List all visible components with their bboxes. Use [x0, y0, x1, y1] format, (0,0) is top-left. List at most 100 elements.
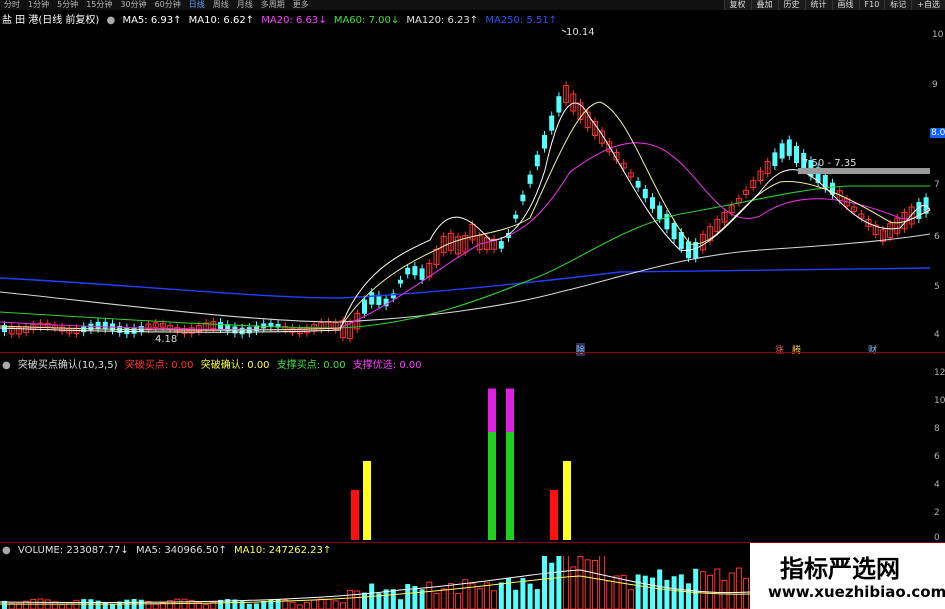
- candle-body: [794, 146, 799, 164]
- volume-bar: [699, 571, 706, 609]
- period-tab[interactable]: 30分钟: [116, 0, 150, 10]
- axis-tick: 5: [934, 282, 940, 292]
- event-mark-news[interactable]: 腾: [792, 343, 801, 356]
- volume-bar: [347, 589, 354, 609]
- volume-bar: [110, 604, 115, 609]
- volume-bar: [735, 567, 742, 609]
- volume-bar: [303, 601, 310, 609]
- period-tab[interactable]: 多周期: [257, 0, 289, 10]
- volume-bar: [289, 601, 296, 609]
- period-tab[interactable]: 60分钟: [151, 0, 185, 10]
- period-tab[interactable]: 5分钟: [53, 0, 82, 10]
- candle-body: [95, 321, 101, 329]
- volume-bar: [447, 583, 454, 609]
- candle-body: [239, 327, 245, 335]
- candle-body: [398, 279, 403, 284]
- volume-bar: [254, 603, 259, 609]
- candle-body: [81, 326, 87, 333]
- candle-body: [124, 327, 130, 335]
- volume-bar: [455, 592, 462, 609]
- candle-body: [642, 188, 648, 199]
- add-watchlist-button[interactable]: +自选: [911, 0, 945, 10]
- volume-bar: [599, 556, 606, 609]
- candle-body: [412, 266, 418, 276]
- candlestick-chart[interactable]: 10.14 4.18 7.50 - 7.35: [0, 22, 945, 352]
- watermark-url: www.xuezhibiao.com: [768, 583, 945, 601]
- volume-bar: [591, 559, 598, 609]
- f10-button[interactable]: F10: [858, 0, 885, 10]
- candle-body: [772, 152, 778, 167]
- volume-ma5-label: MA5: 340966.50↑: [136, 545, 227, 556]
- candle-body: [405, 267, 411, 275]
- axis-tick: 9: [932, 80, 938, 90]
- event-mark-dividend[interactable]: 除: [576, 343, 586, 356]
- candle-body: [131, 327, 137, 334]
- current-price-tag: 8.0: [930, 128, 945, 138]
- volume-bar: [405, 584, 411, 609]
- candle-body: [527, 174, 533, 184]
- candle-body: [556, 96, 562, 113]
- volume-bar: [714, 568, 721, 609]
- volume-bar: [73, 599, 80, 609]
- period-tab[interactable]: 月线: [233, 0, 257, 10]
- volume-bar: [398, 599, 403, 609]
- candle-body: [138, 325, 144, 332]
- period-tab[interactable]: 15分钟: [82, 0, 116, 10]
- candle-body: [520, 194, 526, 202]
- draw-line-button[interactable]: 画线: [831, 0, 859, 10]
- event-mark-finance[interactable]: 财: [868, 343, 877, 356]
- overlay-button[interactable]: 叠加: [750, 0, 778, 10]
- history-button[interactable]: 历史: [777, 0, 805, 10]
- legend-dot-icon: ●: [2, 545, 11, 556]
- signal-bar-1: [363, 461, 371, 540]
- signal-bar-3: [506, 388, 514, 432]
- volume-bar: [476, 588, 483, 609]
- fuquan-button[interactable]: 复权: [723, 0, 751, 10]
- volume-bar: [627, 589, 634, 609]
- volume-bar: [642, 575, 648, 609]
- ma250-line: [0, 267, 931, 299]
- volume-bar: [635, 574, 641, 609]
- axis-tick: 6: [934, 452, 940, 462]
- period-tab-active[interactable]: 日线: [185, 0, 209, 10]
- volume-bar: [613, 575, 620, 609]
- ma5-line: [0, 102, 931, 333]
- period-tab[interactable]: 更多: [289, 0, 313, 10]
- candles-group: [2, 81, 929, 343]
- volume-bar: [311, 599, 318, 609]
- range-label: 7.50 - 7.35: [802, 158, 857, 169]
- candle-body: [779, 143, 785, 159]
- volume-bar: [332, 600, 339, 609]
- stats-button[interactable]: 统计: [804, 0, 832, 10]
- period-tab[interactable]: 1分钟: [24, 0, 53, 10]
- axis-tick: 8: [934, 424, 940, 434]
- volume-bar: [412, 586, 418, 609]
- volume-bar: [534, 589, 540, 609]
- volume-bar: [339, 602, 346, 609]
- axis-tick: 2: [934, 508, 940, 518]
- period-tab[interactable]: 周线: [209, 0, 233, 10]
- volume-bar: [440, 588, 447, 609]
- ma10-line: [0, 101, 931, 331]
- period-tab[interactable]: 分时: [0, 0, 24, 10]
- signal-bar-3: [506, 432, 514, 540]
- volume-bar: [174, 598, 181, 609]
- high-label: 10.14: [566, 27, 595, 38]
- indicator-chart[interactable]: [0, 368, 930, 542]
- volume-bar: [483, 582, 490, 609]
- volume-bar: [498, 582, 504, 609]
- candle-body: [513, 214, 519, 219]
- axis-tick: 4: [934, 480, 940, 490]
- candle-body: [635, 180, 641, 188]
- candle-body: [534, 154, 540, 167]
- axis-tick: 12: [934, 368, 945, 378]
- event-mark-limit[interactable]: 涨: [775, 343, 784, 356]
- volume-bar: [671, 576, 677, 609]
- volume-bar: [650, 577, 655, 609]
- volume-bar: [268, 599, 274, 609]
- volume-label[interactable]: VOLUME: 233087.77↓: [18, 545, 129, 556]
- candle-body: [549, 115, 555, 131]
- volume-chart[interactable]: [0, 556, 750, 609]
- volume-bar: [527, 583, 533, 609]
- mark-button[interactable]: 标记: [884, 0, 912, 10]
